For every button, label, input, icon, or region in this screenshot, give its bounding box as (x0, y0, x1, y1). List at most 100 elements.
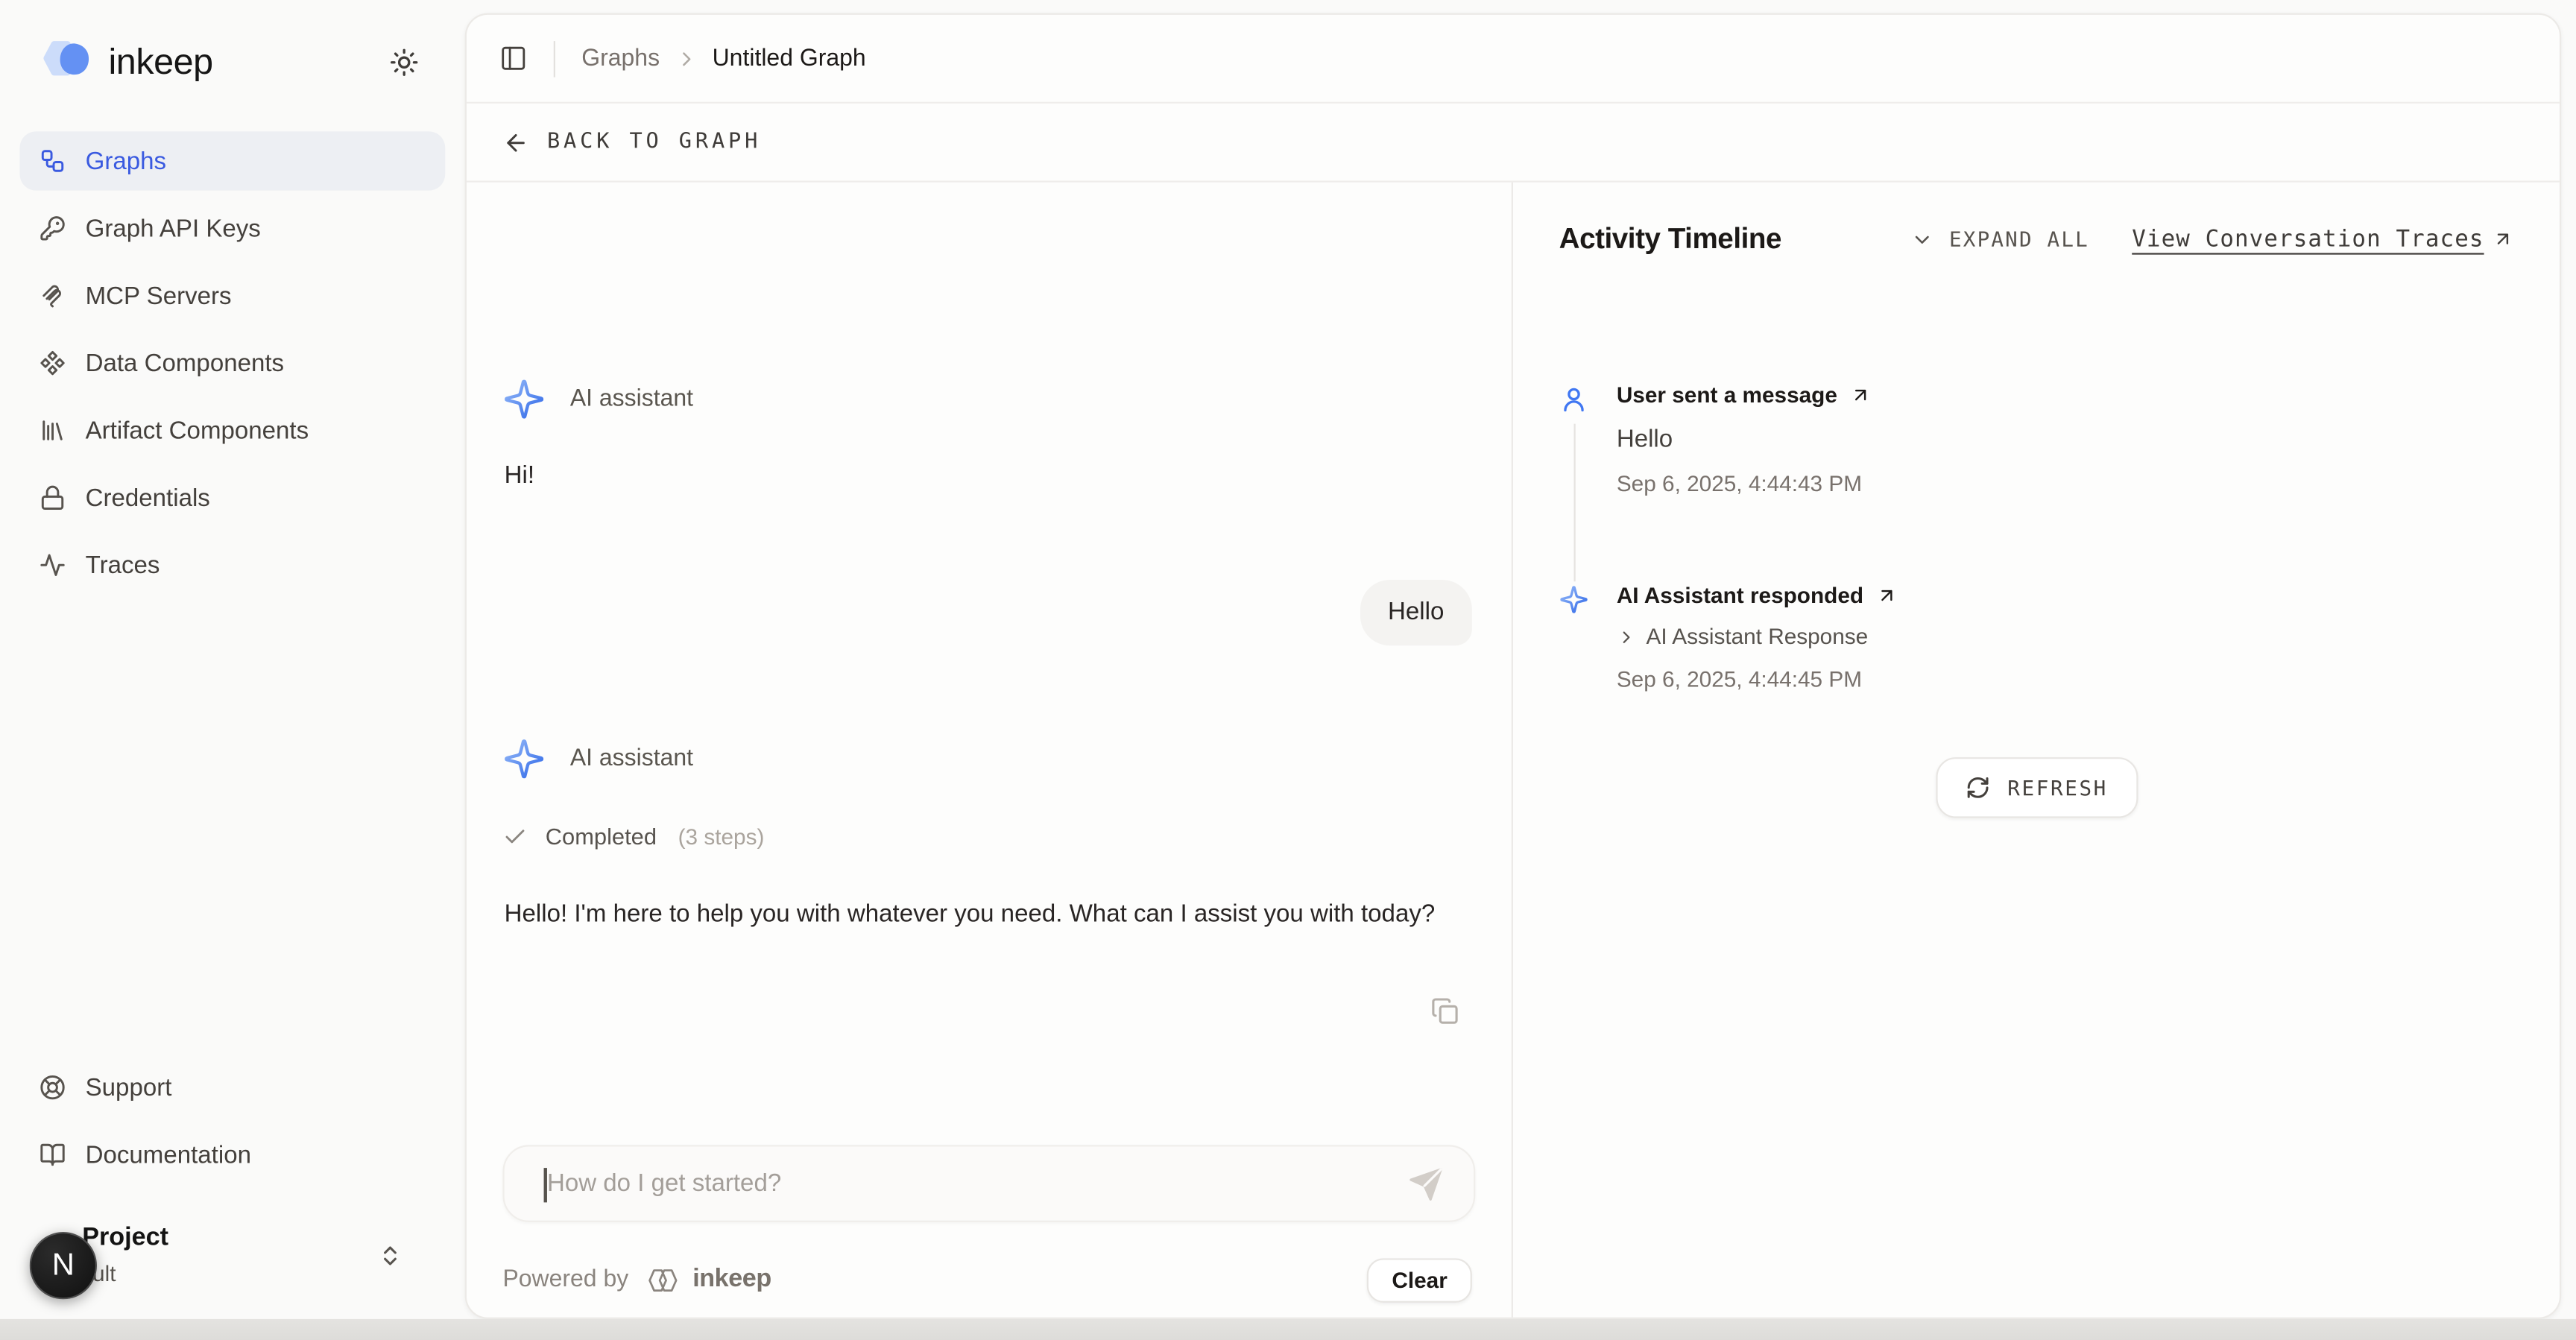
back-to-graph-button[interactable]: BACK TO GRAPH (467, 104, 2560, 183)
library-icon (40, 417, 66, 443)
chevron-right-icon (1617, 627, 1636, 646)
status-label: Completed (546, 823, 657, 849)
timeline-item-timestamp: Sep 6, 2025, 4:44:43 PM (1617, 472, 1872, 496)
refresh-button[interactable]: REFRESH (1935, 757, 2137, 818)
collapse-toggle-button[interactable] (1911, 227, 1934, 250)
header-divider (554, 40, 555, 76)
activity-icon (40, 552, 66, 578)
sidebar-item-label: Artifact Components (86, 417, 309, 444)
life-buoy-icon (40, 1074, 66, 1100)
sparkles-icon (502, 378, 545, 420)
sidebar: inkeep Graphs (0, 0, 465, 1340)
sidebar-item-mcp-servers[interactable]: MCP Servers (19, 266, 445, 325)
powered-brand: inkeep (692, 1265, 771, 1295)
workflow-icon (40, 148, 66, 174)
brand-logo[interactable]: inkeep (40, 39, 213, 86)
sidebar-item-graph-api-keys[interactable]: Graph API Keys (19, 199, 445, 258)
chevrons-up-down-icon (378, 1243, 402, 1268)
sidebar-item-label: Data Components (86, 349, 284, 376)
chevron-down-icon (1911, 227, 1934, 250)
activity-timeline-panel: Activity Timeline EXPAND ALL View Conver… (1513, 183, 2560, 1318)
user-icon (1559, 385, 1589, 496)
inkeep-outline-icon (643, 1264, 681, 1295)
assistant-label: AI assistant (570, 746, 693, 772)
view-conversation-traces-link[interactable]: View Conversation Traces (2132, 226, 2513, 252)
theme-toggle-button[interactable] (386, 45, 422, 80)
refresh-icon (1965, 775, 1989, 800)
sparkles-icon (502, 738, 545, 780)
timeline-actions: EXPAND ALL View Conversation Traces (1911, 226, 2513, 252)
lock-icon (40, 484, 66, 511)
sidebar-nav: Graphs Graph API Keys MCP Servers (19, 131, 445, 595)
powered-by-label: Powered by (502, 1266, 628, 1292)
nextjs-dev-badge[interactable]: N (30, 1232, 97, 1299)
assistant-message-header: AI assistant (502, 378, 693, 420)
sidebar-item-label: Graphs (86, 147, 166, 174)
chat-input[interactable] (547, 1146, 1368, 1220)
assistant-message-header: AI assistant (502, 738, 693, 780)
sidebar-item-support[interactable]: Support (19, 1058, 445, 1116)
timeline-item-title: AI Assistant responded (1617, 583, 1863, 607)
component-icon (40, 350, 66, 376)
sidebar-item-label: Graph API Keys (86, 215, 261, 242)
breadcrumb-parent-link[interactable]: Graphs (581, 45, 660, 72)
timeline-item-content: AI Assistant responded AI Assistant Resp… (1617, 583, 1898, 691)
user-message-bubble: Hello (1360, 580, 1472, 645)
timeline-item-content: User sent a message Hello Sep 6, 2025, 4… (1617, 383, 1872, 496)
content-row: AI assistant Hi! Hello AI assistant (467, 183, 2560, 1318)
mcp-icon (40, 282, 66, 309)
view-traces-label: View Conversation Traces (2132, 226, 2484, 252)
timeline-item-assistant-response: AI Assistant responded AI Assistant Resp… (1559, 583, 2514, 691)
chat-input-box (502, 1145, 1475, 1222)
timeline-item-link[interactable]: User sent a message (1617, 383, 1872, 408)
copy-button[interactable] (1431, 997, 1459, 1025)
arrow-left-icon (502, 129, 528, 155)
timeline-item-user-message: User sent a message Hello Sep 6, 2025, 4… (1559, 383, 2514, 496)
sidebar-item-credentials[interactable]: Credentials (19, 468, 445, 527)
send-icon (1408, 1166, 1444, 1202)
timeline-item-timestamp: Sep 6, 2025, 4:44:45 PM (1617, 667, 1898, 692)
sidebar-item-artifact-components[interactable]: Artifact Components (19, 401, 445, 460)
send-button[interactable] (1408, 1166, 1444, 1202)
assistant-message-text: Hi! (505, 461, 534, 489)
arrow-up-right-icon (1851, 385, 1872, 406)
timeline-item-link[interactable]: AI Assistant responded (1617, 583, 1898, 607)
assistant-response-text: Hello! I'm here to help you with whateve… (505, 895, 1474, 935)
sidebar-item-documentation[interactable]: Documentation (19, 1125, 445, 1184)
expand-all-button[interactable]: EXPAND ALL (1949, 227, 2089, 251)
assistant-response-expander[interactable]: AI Assistant Response (1617, 625, 1898, 649)
refresh-label: REFRESH (2007, 775, 2108, 800)
sidebar-item-graphs[interactable]: Graphs (19, 131, 445, 190)
book-open-icon (40, 1142, 66, 1168)
status-steps: (3 steps) (678, 824, 765, 848)
completion-status[interactable]: Completed (3 steps) (502, 823, 764, 849)
chat-panel: AI assistant Hi! Hello AI assistant (467, 183, 1513, 1318)
sun-icon (389, 48, 419, 78)
project-title: Project (82, 1224, 168, 1254)
sidebar-item-traces[interactable]: Traces (19, 536, 445, 595)
sparkles-icon (1559, 585, 1589, 692)
sidebar-item-label: MCP Servers (86, 282, 232, 309)
timeline-item-body: Hello (1617, 426, 1872, 453)
timeline-item-title: User sent a message (1617, 383, 1837, 408)
chevron-right-icon (675, 47, 698, 70)
copy-icon (1431, 997, 1459, 1025)
main-panel: Graphs Untitled Graph BACK TO GRAPH (465, 13, 2561, 1319)
assistant-label: AI assistant (570, 386, 693, 412)
sidebar-item-label: Support (86, 1073, 172, 1101)
panel-left-icon (499, 45, 527, 72)
scroll-fade (467, 1037, 1510, 1142)
nextjs-badge-letter: N (52, 1248, 75, 1283)
sidebar-item-data-components[interactable]: Data Components (19, 333, 445, 392)
text-caret (544, 1168, 546, 1202)
arrow-up-right-icon (2493, 228, 2514, 250)
timeline-title: Activity Timeline (1559, 222, 1781, 256)
bottom-edge (0, 1319, 2576, 1340)
timeline-item-body: AI Assistant Response (1646, 625, 1868, 649)
breadcrumb-current: Untitled Graph (713, 45, 866, 72)
sidebar-toggle-button[interactable] (499, 45, 527, 72)
sidebar-item-label: Documentation (86, 1141, 251, 1169)
inkeep-logo-icon (40, 39, 95, 86)
key-icon (40, 215, 66, 241)
clear-button[interactable]: Clear (1367, 1257, 1472, 1302)
